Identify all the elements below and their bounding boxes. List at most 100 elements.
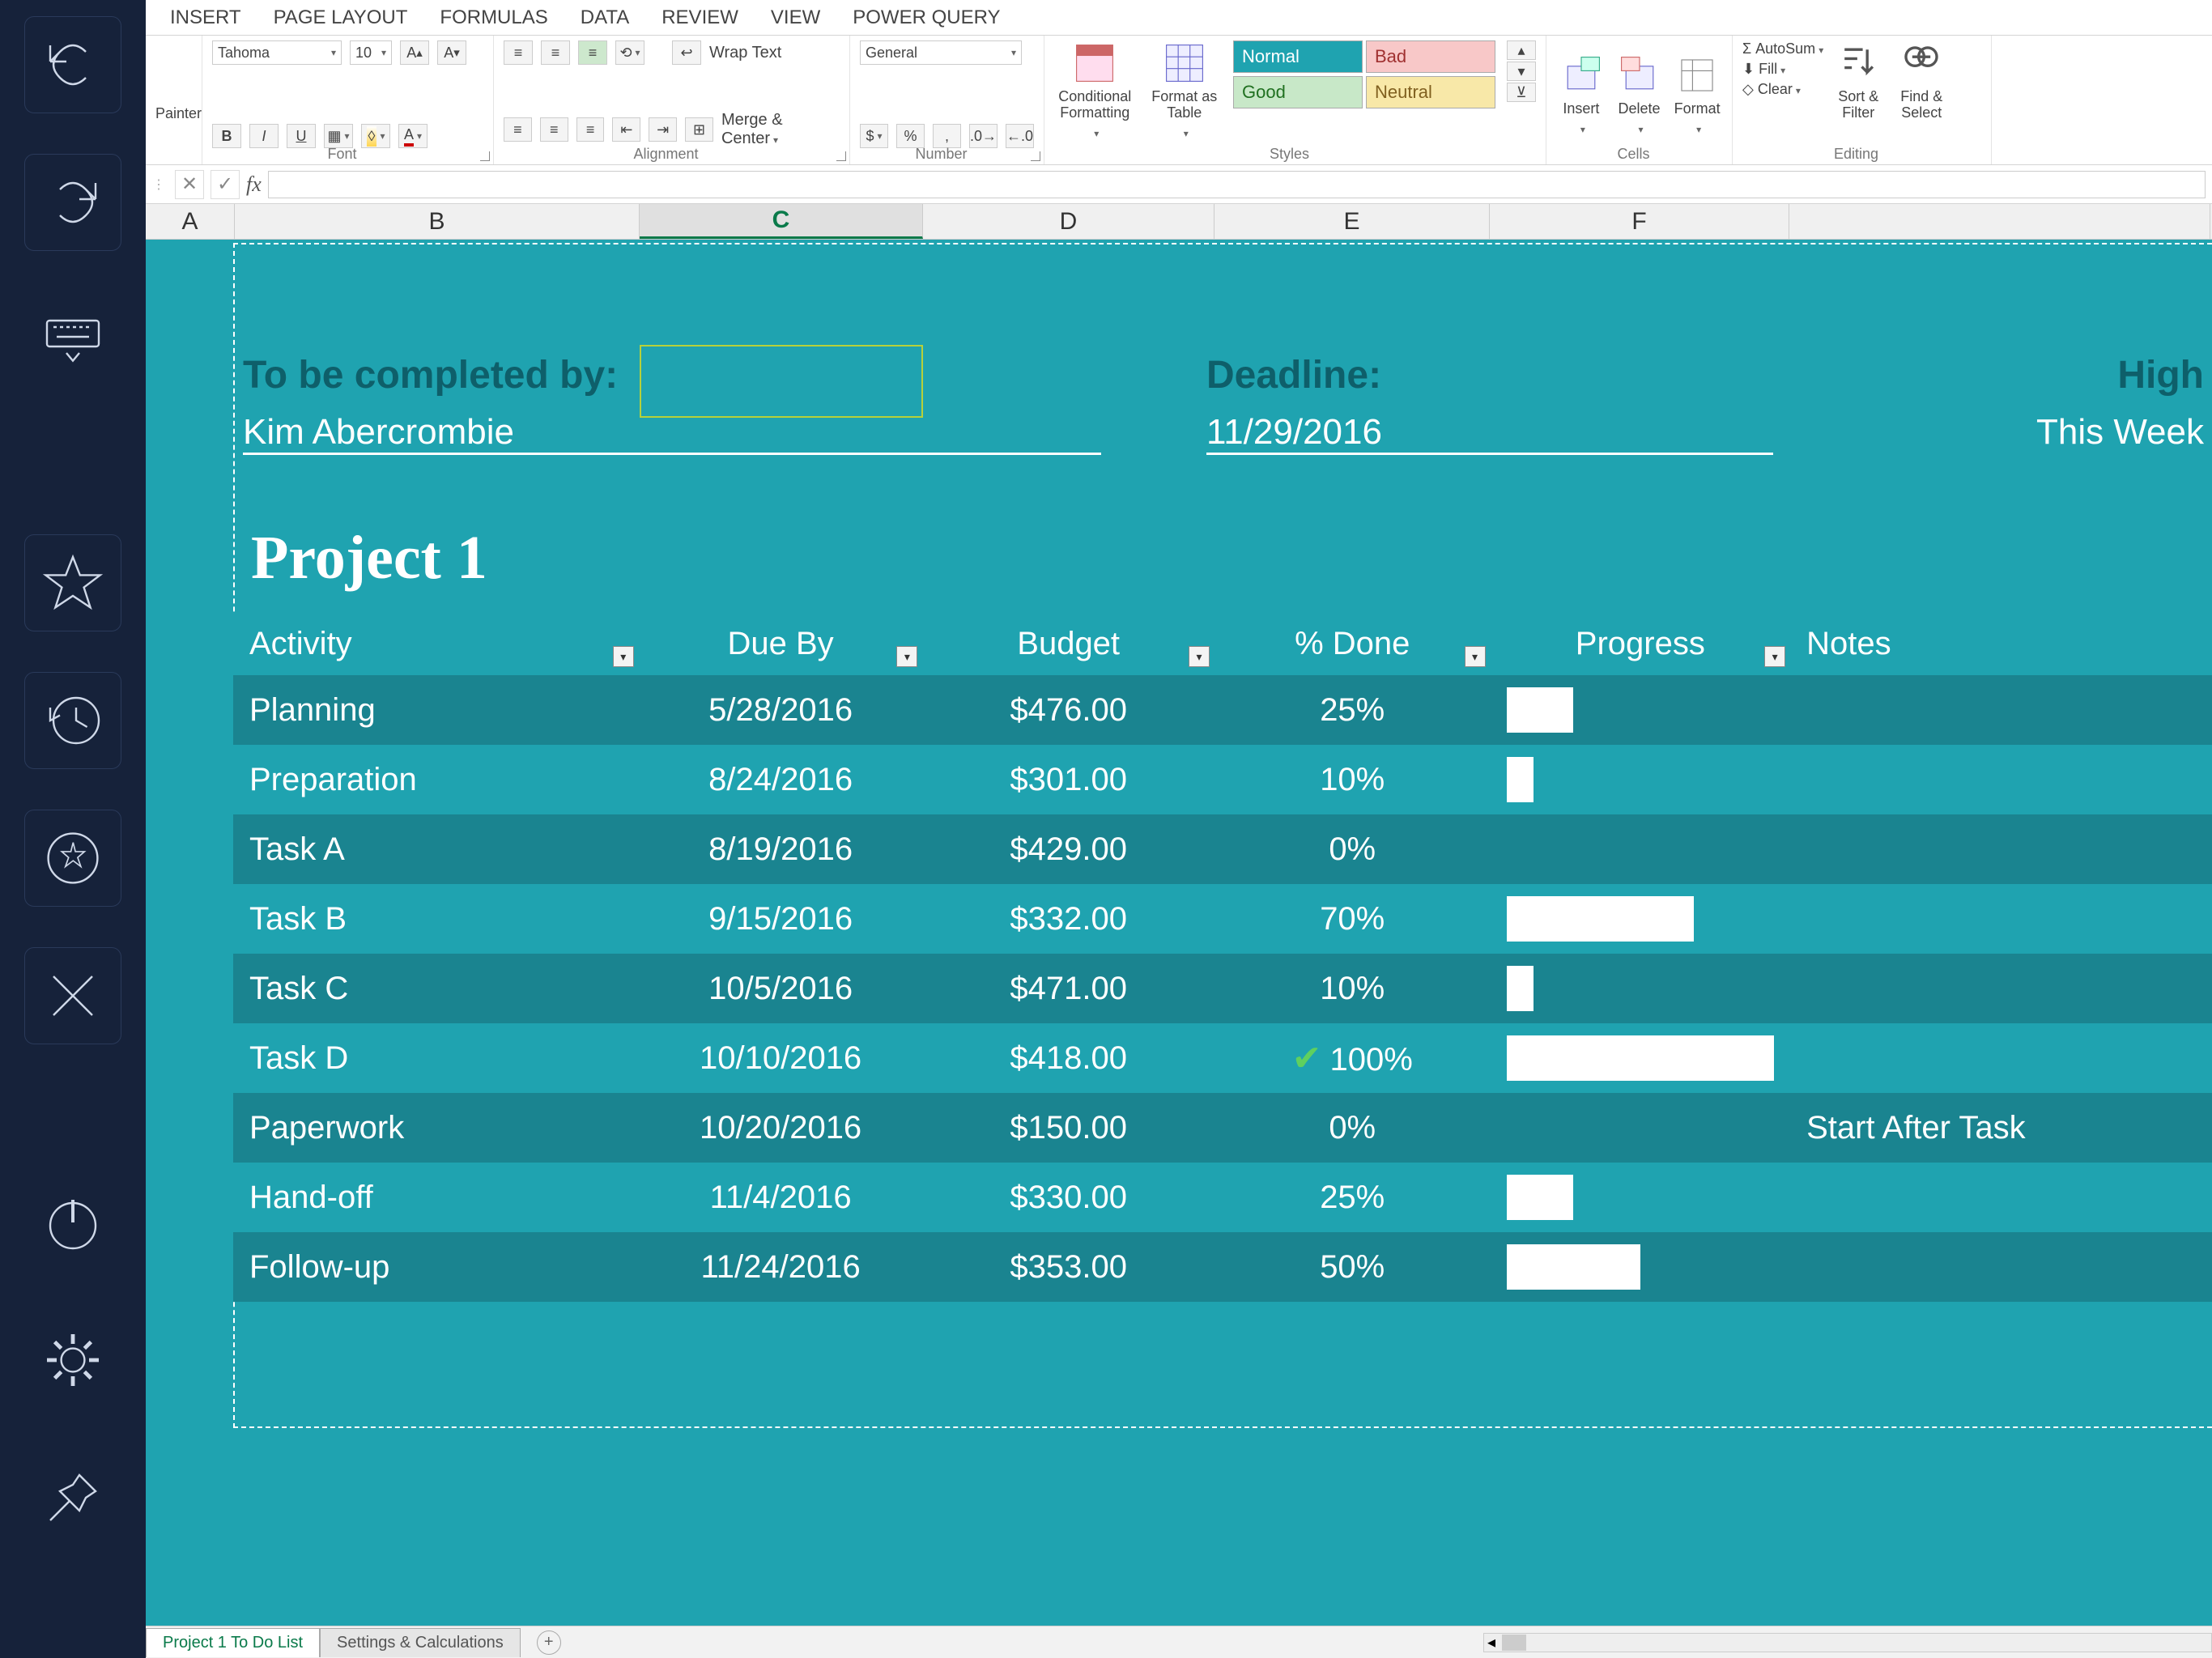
table-row[interactable]: Hand-off11/4/2016$330.0025% bbox=[233, 1163, 2212, 1232]
col-B[interactable]: B bbox=[235, 204, 640, 239]
inc-decimal-button[interactable]: .0→ bbox=[969, 124, 998, 148]
th-progress[interactable]: Progress▾ bbox=[1491, 612, 1791, 675]
close-button[interactable] bbox=[24, 947, 121, 1044]
cell-pct[interactable]: 0% bbox=[1214, 814, 1491, 884]
pin-button[interactable] bbox=[24, 1449, 121, 1546]
italic-button[interactable]: I bbox=[249, 124, 279, 148]
col-C[interactable]: C bbox=[640, 204, 923, 239]
history-button[interactable] bbox=[24, 672, 121, 769]
cell-progress[interactable] bbox=[1491, 884, 1791, 954]
tab-data[interactable]: DATA bbox=[581, 6, 629, 29]
table-row[interactable]: Task A8/19/2016$429.000% bbox=[233, 814, 2212, 884]
undo-button[interactable] bbox=[24, 16, 121, 113]
underline-button[interactable]: U bbox=[287, 124, 316, 148]
alignment-dialog-launcher[interactable] bbox=[836, 151, 846, 161]
namebox-dropdown[interactable]: ⋮ bbox=[152, 176, 168, 193]
percent-button[interactable]: % bbox=[896, 124, 925, 148]
cell-progress[interactable] bbox=[1491, 1023, 1791, 1093]
style-normal[interactable]: Normal bbox=[1233, 40, 1363, 73]
bold-button[interactable]: B bbox=[212, 124, 241, 148]
cell-due[interactable]: 11/24/2016 bbox=[639, 1232, 923, 1302]
number-format-select[interactable]: General bbox=[860, 40, 1022, 65]
tab-insert[interactable]: INSERT bbox=[170, 6, 241, 29]
cell-budget[interactable]: $332.00 bbox=[922, 884, 1214, 954]
cell-pct[interactable]: 70% bbox=[1214, 884, 1491, 954]
cell-budget[interactable]: $429.00 bbox=[922, 814, 1214, 884]
cell-due[interactable]: 5/28/2016 bbox=[639, 675, 923, 745]
number-dialog-launcher[interactable] bbox=[1031, 151, 1040, 161]
tab-settings[interactable]: Settings & Calculations bbox=[320, 1628, 521, 1657]
autosum-button[interactable]: Σ AutoSum bbox=[1742, 40, 1823, 57]
cell-due[interactable]: 11/4/2016 bbox=[639, 1163, 923, 1232]
cell-progress[interactable] bbox=[1491, 1232, 1791, 1302]
filter-activity[interactable]: ▾ bbox=[613, 646, 634, 667]
apps-button[interactable] bbox=[24, 810, 121, 907]
cell-activity[interactable]: Task B bbox=[233, 884, 639, 954]
th-notes[interactable]: Notes bbox=[1790, 612, 2212, 675]
col-F[interactable]: F bbox=[1490, 204, 1789, 239]
cell-notes[interactable]: Start After Task bbox=[1790, 1093, 2212, 1163]
cell-due[interactable]: 9/15/2016 bbox=[639, 884, 923, 954]
filter-due[interactable]: ▾ bbox=[896, 646, 917, 667]
align-bot-button[interactable]: ≡ bbox=[578, 40, 607, 65]
table-row[interactable]: Preparation8/24/2016$301.0010% bbox=[233, 745, 2212, 814]
cell-pct[interactable]: 10% bbox=[1214, 954, 1491, 1023]
cell-notes[interactable] bbox=[1790, 814, 2212, 884]
styles-more-button[interactable]: ⊻ bbox=[1507, 83, 1536, 102]
cell-due[interactable]: 8/24/2016 bbox=[639, 745, 923, 814]
cell-activity[interactable]: Task C bbox=[233, 954, 639, 1023]
fill-button[interactable]: ⬇ Fill bbox=[1742, 61, 1823, 78]
add-sheet-button[interactable]: + bbox=[537, 1630, 561, 1655]
font-dialog-launcher[interactable] bbox=[480, 151, 490, 161]
delete-cells-button[interactable]: Delete bbox=[1614, 53, 1665, 137]
cell-pct[interactable]: 0% bbox=[1214, 1093, 1491, 1163]
cell-pct[interactable]: 25% bbox=[1214, 675, 1491, 745]
format-cells-button[interactable]: Format bbox=[1672, 53, 1722, 137]
th-due[interactable]: Due By▾ bbox=[639, 612, 923, 675]
cell-pct[interactable]: 25% bbox=[1214, 1163, 1491, 1232]
cell-pct[interactable]: ✔100% bbox=[1214, 1023, 1491, 1093]
cell-progress[interactable] bbox=[1491, 1093, 1791, 1163]
horizontal-scrollbar[interactable]: ◂ bbox=[1483, 1633, 2212, 1652]
styles-down-button[interactable]: ▾ bbox=[1507, 62, 1536, 81]
cell-progress[interactable] bbox=[1491, 814, 1791, 884]
col-A[interactable]: A bbox=[146, 204, 235, 239]
font-name-select[interactable]: Tahoma bbox=[212, 40, 342, 65]
table-row[interactable]: Paperwork10/20/2016$150.000%Start After … bbox=[233, 1093, 2212, 1163]
tab-view[interactable]: VIEW bbox=[771, 6, 820, 29]
decrease-font-button[interactable]: A▾ bbox=[437, 40, 466, 65]
cell-activity[interactable]: Follow-up bbox=[233, 1232, 639, 1302]
settings-button[interactable] bbox=[24, 1312, 121, 1409]
th-pct[interactable]: % Done▾ bbox=[1214, 612, 1491, 675]
cell-budget[interactable]: $418.00 bbox=[922, 1023, 1214, 1093]
sort-filter-button[interactable]: Sort & Filter bbox=[1830, 40, 1887, 148]
col-G[interactable] bbox=[1789, 204, 2210, 239]
border-button[interactable]: ▦ bbox=[324, 124, 353, 148]
fill-color-button[interactable]: ◊ bbox=[361, 124, 390, 148]
comma-button[interactable]: , bbox=[933, 124, 961, 148]
fx-label[interactable]: fx bbox=[246, 172, 262, 197]
tab-review[interactable]: REVIEW bbox=[661, 6, 738, 29]
indent-button[interactable]: ⇥ bbox=[649, 117, 677, 142]
increase-font-button[interactable]: A▴ bbox=[400, 40, 429, 65]
cell-activity[interactable]: Task D bbox=[233, 1023, 639, 1093]
redo-button[interactable] bbox=[24, 154, 121, 251]
tab-power-query[interactable]: POWER QUERY bbox=[853, 6, 1000, 29]
cell-due[interactable]: 10/20/2016 bbox=[639, 1093, 923, 1163]
worksheet[interactable]: To be completed by: Deadline: High Kim A… bbox=[146, 240, 2212, 1658]
cell-budget[interactable]: $476.00 bbox=[922, 675, 1214, 745]
cell-activity[interactable]: Task A bbox=[233, 814, 639, 884]
cell-budget[interactable]: $353.00 bbox=[922, 1232, 1214, 1302]
currency-button[interactable]: $ bbox=[860, 124, 888, 148]
style-neutral[interactable]: Neutral bbox=[1366, 76, 1495, 108]
cell-notes[interactable] bbox=[1790, 1163, 2212, 1232]
table-row[interactable]: Planning5/28/2016$476.0025% bbox=[233, 675, 2212, 745]
align-left-button[interactable]: ≡ bbox=[504, 117, 532, 142]
cell-due[interactable]: 10/5/2016 bbox=[639, 954, 923, 1023]
style-bad[interactable]: Bad bbox=[1366, 40, 1495, 73]
cell-notes[interactable] bbox=[1790, 745, 2212, 814]
accept-formula-button[interactable]: ✓ bbox=[211, 170, 240, 199]
cell-pct[interactable]: 50% bbox=[1214, 1232, 1491, 1302]
cell-activity[interactable]: Preparation bbox=[233, 745, 639, 814]
tab-project1[interactable]: Project 1 To Do List bbox=[146, 1628, 320, 1657]
